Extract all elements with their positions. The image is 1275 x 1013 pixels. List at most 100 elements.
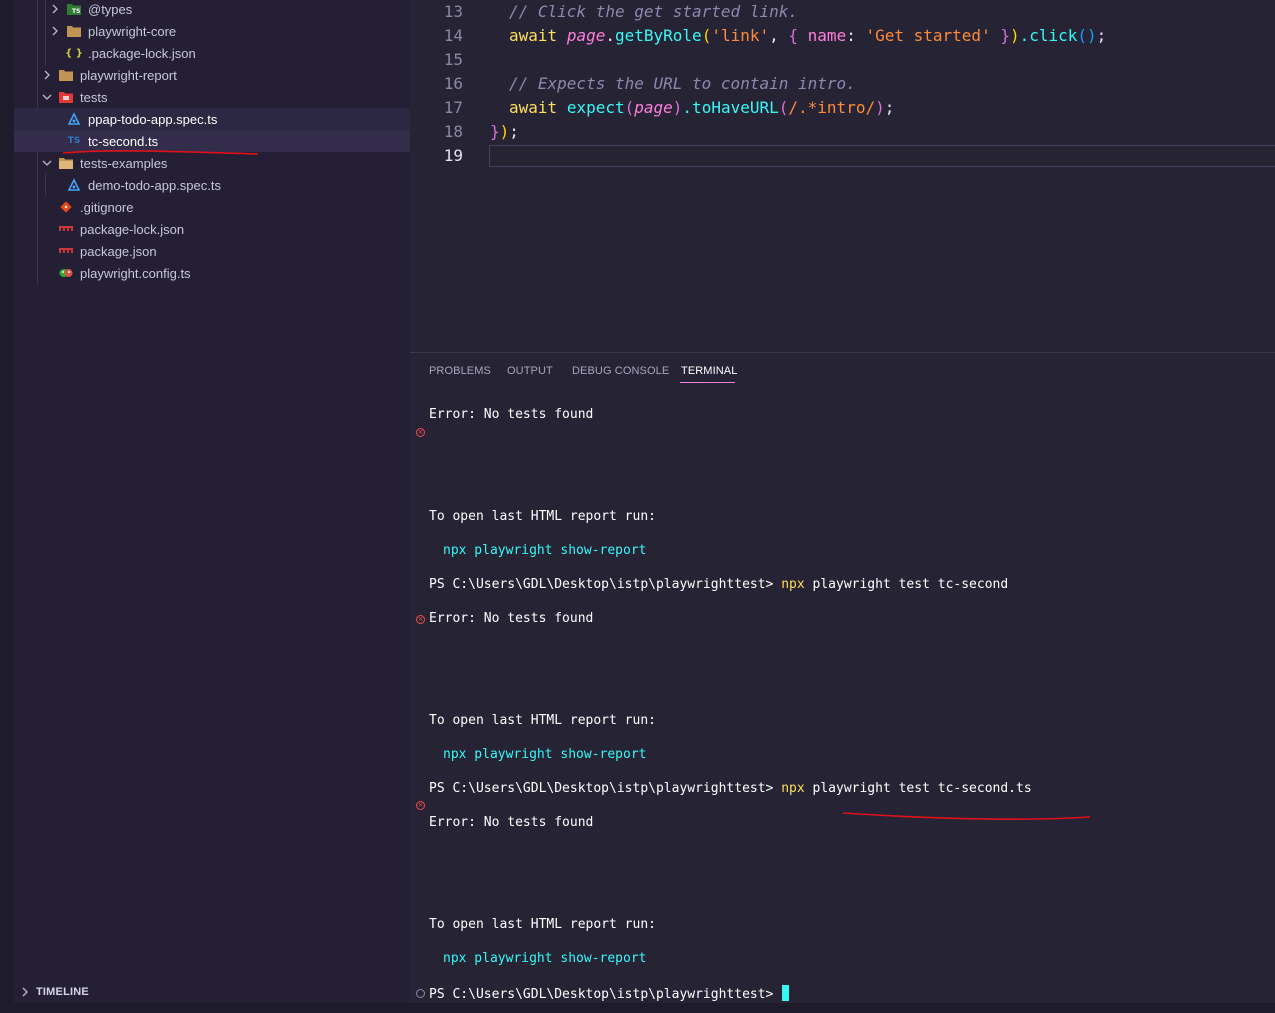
code-bracket: } (490, 122, 500, 141)
tree-item-label: ppap-todo-app.spec.ts (88, 111, 218, 127)
tree-item-label: @types (88, 1, 133, 17)
code-comment: // Expects the URL to contain intro. (509, 74, 856, 93)
chevron-right-icon (48, 24, 62, 38)
terminal-line: npx playwright show-report (443, 951, 647, 966)
chevron-down-icon (40, 90, 54, 104)
line-number: 14 (443, 26, 463, 45)
terminal-line: Error: No tests found (429, 407, 594, 422)
terminal-line: Error: No tests found (429, 611, 594, 626)
code-function: .click (1019, 26, 1078, 45)
code-punctuation: ; (1096, 26, 1107, 45)
code-punctuation: : (846, 26, 866, 45)
tree-item-label: playwright-core (88, 23, 177, 39)
code-bracket: () (1077, 26, 1097, 45)
tab-output[interactable]: OUTPUT (507, 365, 553, 377)
error-circle-icon: × (416, 615, 425, 624)
terminal-line: npx playwright show-report (443, 747, 647, 762)
error-circle-icon: × (416, 801, 425, 810)
terminal-prompt: PS C:\Users\GDL\Desktop\istp\playwrightt… (429, 781, 782, 796)
tree-item-label: demo-todo-app.spec.ts (88, 177, 221, 193)
activity-bar (0, 0, 14, 1013)
chevron-right-icon (48, 2, 62, 16)
npm-icon (58, 244, 74, 258)
code-bracket: { (788, 26, 799, 45)
terminal-prompt-line: PS C:\Users\GDL\Desktop\istp\playwrightt… (429, 577, 1008, 592)
code-bracket: ) (1009, 26, 1020, 45)
current-line-highlight (489, 145, 1275, 167)
chevron-down-icon (40, 156, 54, 170)
tree-item-tests-examples[interactable]: tests-examples (14, 152, 410, 174)
code-bracket: ) (672, 98, 683, 117)
code-property: name (798, 26, 847, 45)
tree-item-tc-second[interactable]: TS tc-second.ts (14, 130, 410, 152)
code-string: 'link' (711, 26, 770, 45)
json-braces-icon: { } (65, 47, 83, 59)
tree-item-package-lock[interactable]: package-lock.json (14, 218, 410, 240)
tree-item-tests[interactable]: tests (14, 86, 410, 108)
tree-item-playwright-config[interactable]: playwright.config.ts (14, 262, 410, 284)
tree-item-gitignore[interactable]: .gitignore (14, 196, 410, 218)
tree-item-ppap-todo-app-spec[interactable]: ppap-todo-app.spec.ts (14, 108, 410, 130)
svg-text:TS: TS (72, 8, 80, 15)
tree-item-types[interactable]: TS @types (14, 0, 410, 20)
chevron-right-icon (18, 985, 32, 999)
terminal-line: To open last HTML report run: (429, 509, 656, 524)
code-punctuation: ; (509, 122, 519, 141)
code-editor[interactable]: 13 14 15 16 17 18 19 // Click the get st… (410, 0, 1275, 352)
tree-item-label: package.json (80, 243, 157, 259)
tree-item-package-json[interactable]: package.json (14, 240, 410, 262)
terminal-prompt: PS C:\Users\GDL\Desktop\istp\playwrightt… (429, 987, 782, 1002)
tree-item-playwright-core[interactable]: playwright-core (14, 20, 410, 42)
tree-item-label: tests-examples (80, 155, 168, 171)
terminal-command: npx (781, 577, 805, 592)
status-bar (0, 1003, 1275, 1013)
git-icon (58, 200, 74, 214)
active-tab-indicator (680, 382, 735, 383)
explorer-sidebar: TS @types playwright-core { } .package-l… (14, 0, 410, 1003)
code-keyword: await (509, 26, 558, 45)
tree-item-label: .package-lock.json (88, 45, 196, 61)
line-number: 18 (443, 122, 463, 141)
code-bracket: ) (499, 122, 510, 141)
terminal-command: npx (781, 781, 805, 796)
code-line-18: }); (490, 122, 519, 141)
terminal-line: npx playwright show-report (443, 543, 647, 558)
code-bracket: ( (624, 98, 635, 117)
code-line-16: // Expects the URL to contain intro. (509, 74, 856, 93)
line-number: 13 (443, 2, 463, 21)
terminal-prompt-line: PS C:\Users\GDL\Desktop\istp\playwrightt… (429, 985, 790, 1002)
code-keyword: await (509, 98, 558, 117)
code-variable: page (566, 26, 606, 45)
code-punctuation: ; (884, 98, 895, 117)
tree-item-demo-todo-app-spec[interactable]: demo-todo-app.spec.ts (14, 174, 410, 196)
code-punctuation: . (605, 26, 615, 45)
test-spec-icon (66, 112, 82, 126)
line-number: 16 (443, 74, 463, 93)
playwright-icon (58, 266, 74, 280)
tree-item-package-lock-hidden[interactable]: { } .package-lock.json (14, 42, 410, 64)
code-string: 'Get started' (865, 26, 991, 45)
code-line-13: // Click the get started link. (509, 2, 798, 21)
tree-item-label: playwright-report (80, 67, 177, 83)
terminal-line: To open last HTML report run: (429, 713, 656, 728)
command-status-circle-icon (416, 989, 425, 998)
code-function: getByRole (614, 26, 702, 45)
tab-problems[interactable]: PROBLEMS (429, 365, 491, 377)
tree-item-playwright-report[interactable]: playwright-report (14, 64, 410, 86)
code-bracket: ) (875, 98, 885, 117)
line-number: 19 (443, 146, 463, 165)
code-line-14: await page.getByRole('link', { name: 'Ge… (509, 26, 1106, 45)
terminal-line: To open last HTML report run: (429, 917, 656, 932)
timeline-section-header[interactable]: TIMELINE (14, 982, 410, 1002)
timeline-label: TIMELINE (36, 986, 89, 998)
terminal-command-args: playwright test tc-second.ts (804, 781, 1032, 796)
tab-debug-console[interactable]: DEBUG CONSOLE (572, 365, 669, 377)
code-bracket: ( (701, 26, 712, 45)
tree-item-label: tests (80, 89, 108, 105)
code-punctuation: , (769, 26, 789, 45)
tab-terminal[interactable]: TERMINAL (681, 365, 737, 377)
code-line-17: await expect(page).toHaveURL(/.*intro/); (509, 98, 894, 117)
line-number: 15 (443, 50, 463, 69)
line-number: 17 (443, 98, 463, 117)
code-variable: page (634, 98, 673, 117)
